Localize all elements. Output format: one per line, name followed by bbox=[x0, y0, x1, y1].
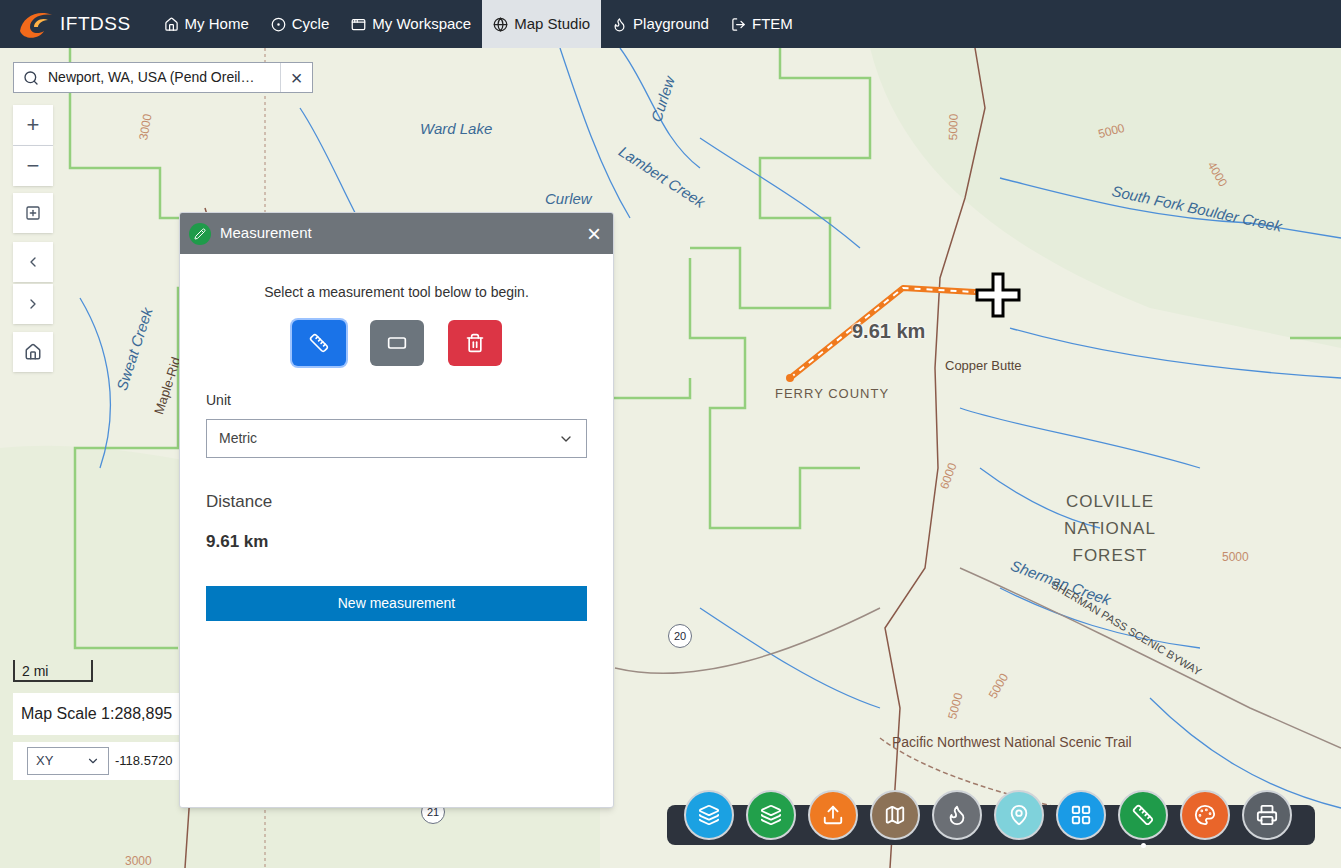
nav-item-icon bbox=[164, 17, 179, 32]
nav-item-icon bbox=[612, 17, 627, 32]
pin-icon bbox=[1008, 804, 1030, 826]
grid-icon bbox=[1070, 804, 1092, 826]
print-icon bbox=[1256, 804, 1278, 826]
nav-item-icon bbox=[493, 17, 508, 32]
home-icon bbox=[24, 343, 42, 361]
map-label: Curlew bbox=[545, 188, 592, 211]
nav-item[interactable]: Map Studio bbox=[482, 0, 601, 48]
map-label: Copper Butte bbox=[945, 356, 1022, 376]
selected-dot bbox=[893, 843, 898, 848]
area-icon bbox=[387, 333, 407, 353]
search-icon bbox=[23, 70, 39, 86]
zoom-out-button[interactable]: − bbox=[13, 146, 53, 186]
toolbar-button[interactable] bbox=[684, 790, 734, 840]
measurement-panel: Measurement× Select a measurement tool be… bbox=[179, 212, 614, 808]
map-label: COLVILLE NATIONAL FOREST bbox=[1050, 488, 1170, 569]
coordinate-system-select[interactable]: XY bbox=[27, 747, 109, 775]
layers-icon bbox=[698, 804, 720, 826]
measure-icon bbox=[1132, 804, 1154, 826]
app: IFTDSSMy HomeCycleMy WorkspaceMap Studio… bbox=[0, 0, 1341, 868]
chevron-right-icon bbox=[25, 296, 41, 312]
hint-text: Select a measurement tool below to begin… bbox=[206, 282, 587, 303]
extent-button[interactable] bbox=[13, 193, 53, 233]
toolbar-button[interactable] bbox=[808, 790, 858, 840]
panel-header: Measurement× bbox=[180, 213, 613, 254]
crosshair-cursor-icon bbox=[975, 272, 1021, 318]
result-value: 9.61 km bbox=[206, 529, 587, 555]
toolbar-button[interactable] bbox=[1056, 790, 1106, 840]
selected-dot bbox=[1141, 843, 1146, 848]
selected-dot bbox=[831, 843, 836, 848]
nav-item[interactable]: My Home bbox=[153, 0, 260, 48]
toolbar-button[interactable] bbox=[932, 790, 982, 840]
zoom-in-button[interactable]: + bbox=[13, 105, 53, 145]
measurement-icon bbox=[189, 223, 211, 245]
map-label: Pacific Northwest National Scenic Trail bbox=[892, 732, 1132, 753]
next-button[interactable] bbox=[13, 284, 53, 324]
unit-label: Unit bbox=[206, 390, 587, 411]
toolbar-buttons bbox=[684, 790, 1292, 848]
nav-item[interactable]: FTEM bbox=[720, 0, 804, 48]
close-button[interactable]: × bbox=[584, 222, 604, 246]
chevron-left-icon bbox=[25, 254, 41, 270]
distance-icon bbox=[309, 333, 329, 353]
selected-dot bbox=[1203, 843, 1208, 848]
measure-tool-button[interactable] bbox=[292, 320, 346, 366]
map-label: 5000 bbox=[1222, 548, 1249, 566]
search-box[interactable]: Newport, WA, USA (Pend Oreil…× bbox=[13, 62, 313, 93]
chevron-down-icon bbox=[558, 431, 574, 447]
previous-button[interactable] bbox=[13, 242, 53, 282]
nav-item[interactable]: My Workspace bbox=[340, 0, 482, 48]
toolbar-button[interactable] bbox=[746, 790, 796, 840]
measure-tool-button[interactable] bbox=[370, 320, 424, 366]
map-label: FERRY COUNTY bbox=[775, 384, 889, 404]
selected-dot bbox=[1265, 843, 1270, 848]
unit-select[interactable]: Metric bbox=[206, 419, 587, 458]
toolbar-button[interactable] bbox=[1242, 790, 1292, 840]
palette-icon bbox=[1194, 804, 1216, 826]
top-nav: IFTDSSMy HomeCycleMy WorkspaceMap Studio… bbox=[0, 0, 1341, 48]
new-measurement-button[interactable]: New measurement bbox=[206, 586, 587, 621]
nav-item-icon bbox=[731, 17, 746, 32]
selected-dot bbox=[769, 843, 774, 848]
map-area[interactable]: Ward LakeCurlewCurlewLambert CreekSouth … bbox=[0, 48, 1341, 868]
map-label: 5000 bbox=[944, 113, 963, 140]
clear-icon bbox=[465, 333, 485, 353]
measure-tool-button[interactable] bbox=[448, 320, 502, 366]
map-label: Ward Lake bbox=[420, 118, 492, 141]
coordinates: XY-118.5720 bbox=[13, 742, 179, 780]
fire-icon bbox=[946, 804, 968, 826]
toolbar-button[interactable] bbox=[994, 790, 1044, 840]
logo-icon bbox=[16, 7, 56, 41]
nav-item[interactable]: Playground bbox=[601, 0, 720, 48]
home-button[interactable] bbox=[13, 332, 53, 372]
map-label: 3000 bbox=[125, 852, 152, 868]
nav-item-icon bbox=[271, 17, 286, 32]
result-label: Distance bbox=[206, 489, 587, 515]
measurement-line-label: 9.61 km bbox=[852, 316, 925, 346]
toolbar-button[interactable] bbox=[1118, 790, 1168, 840]
logo[interactable]: IFTDSS bbox=[0, 0, 153, 48]
scale-bar: 2 mi bbox=[13, 660, 93, 682]
selected-dot bbox=[707, 843, 712, 848]
legend-icon bbox=[884, 804, 906, 826]
selected-dot bbox=[1079, 843, 1084, 848]
selected-dot bbox=[955, 843, 960, 848]
add-layer-icon bbox=[760, 804, 782, 826]
nav-item-icon bbox=[351, 17, 366, 32]
map-scale: Map Scale 1:288,895 bbox=[13, 693, 179, 735]
chevron-down-icon bbox=[86, 754, 100, 768]
toolbar-button[interactable] bbox=[1180, 790, 1230, 840]
extent-icon bbox=[25, 205, 41, 221]
search-clear-button[interactable]: × bbox=[280, 63, 312, 92]
upload-icon bbox=[822, 804, 844, 826]
map-controls: +− bbox=[13, 105, 53, 372]
selected-dot bbox=[1017, 843, 1022, 848]
map-label: 20 bbox=[668, 624, 692, 648]
toolbar-button[interactable] bbox=[870, 790, 920, 840]
nav-item[interactable]: Cycle bbox=[260, 0, 341, 48]
